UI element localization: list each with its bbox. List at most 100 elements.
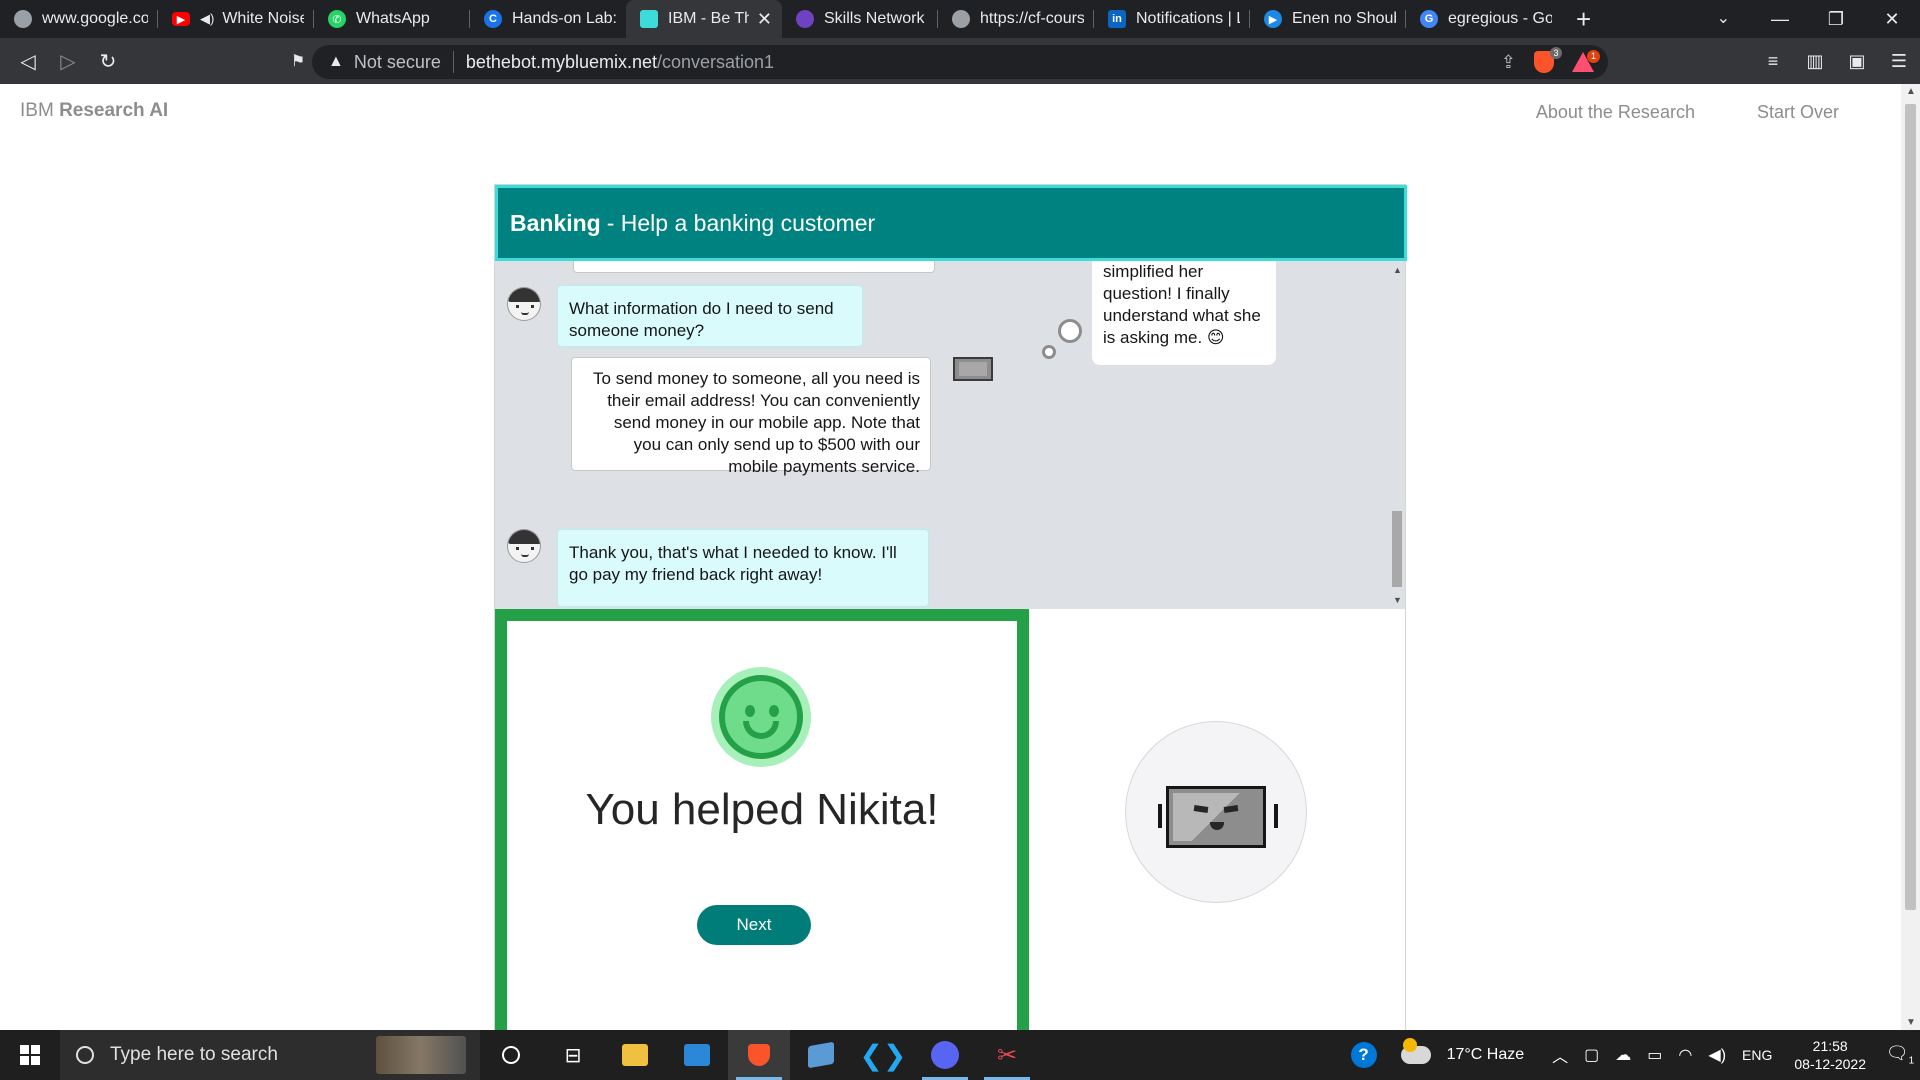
onedrive-cloud-icon[interactable]: ☁ xyxy=(1615,1045,1631,1065)
brave-rewards-icon[interactable]: 1 xyxy=(1572,50,1600,72)
url-host: bethebot.mybluemix.net xyxy=(465,51,657,72)
new-tab-button[interactable]: + xyxy=(1576,4,1591,35)
muted-speaker-icon[interactable]: ◀) xyxy=(200,11,214,27)
whatsapp-icon: ✆ xyxy=(328,10,346,28)
forward-icon[interactable]: ▷ xyxy=(48,38,88,84)
page-scroll-thumb[interactable] xyxy=(1905,104,1916,910)
chat-scrollbar[interactable]: ▲ ▼ xyxy=(1389,261,1405,609)
bot-avatar-icon xyxy=(953,357,993,381)
start-button[interactable] xyxy=(0,1030,60,1080)
address-bar[interactable]: ▲ Not secure bethebot.mybluemix.net/conv… xyxy=(312,45,1608,79)
browser-toolbar: ◁ ▷ ↻ ⚑ ▲ Not secure bethebot.mybluemix.… xyxy=(0,38,1920,84)
brave-shields-icon[interactable]: 3 xyxy=(1534,47,1562,73)
battery-icon[interactable]: ▭ xyxy=(1647,1045,1662,1065)
notification-center-icon[interactable]: 🗨1 xyxy=(1880,1043,1920,1067)
snipping-tool-icon: ✂ xyxy=(996,1041,1018,1069)
tab-search-chevron-icon[interactable]: ⌄ xyxy=(1717,8,1730,28)
tab-linkedin[interactable]: in Notifications | Lin xyxy=(1094,0,1250,38)
minimize-icon[interactable]: — xyxy=(1752,9,1808,30)
share-icon[interactable]: ⇪ xyxy=(1501,52,1516,73)
user-message-bubble: What information do I need to send someo… xyxy=(557,285,863,347)
windows-taskbar: Type here to search ⊟ ❮❯ ✂ ? 17°C Haze ︿… xyxy=(0,1030,1920,1080)
playlist-icon[interactable]: ≡ xyxy=(1752,51,1794,72)
thought-dot-small xyxy=(1042,345,1056,359)
customer-avatar xyxy=(507,287,541,321)
weather-icon[interactable] xyxy=(1400,1038,1431,1064)
skills-network-icon xyxy=(796,10,814,28)
tab-enen-no-shoubo[interactable]: ▶ Enen no Shoubo xyxy=(1250,0,1406,38)
taskbar-discord[interactable] xyxy=(914,1030,976,1080)
weather-text[interactable]: 17°C Haze xyxy=(1447,1046,1525,1064)
wallet-icon[interactable]: ▣ xyxy=(1836,51,1878,72)
result-card: You helped Nikita! Next xyxy=(495,609,1029,1030)
coursera-icon: C xyxy=(484,10,502,28)
previous-message-bubble xyxy=(573,261,935,273)
volume-icon[interactable]: ◀) xyxy=(1708,1045,1726,1065)
clock[interactable]: 21:58 08-12-2022 xyxy=(1794,1037,1866,1073)
nav-start-over[interactable]: Start Over xyxy=(1757,102,1839,123)
file-explorer-icon xyxy=(622,1044,648,1066)
taskbar-file-explorer[interactable] xyxy=(604,1030,666,1080)
page-scrollbar[interactable]: ▲ ▼ xyxy=(1901,84,1920,1030)
taskbar-search-box[interactable]: Type here to search xyxy=(60,1030,480,1080)
taskbar-brave[interactable] xyxy=(728,1030,790,1080)
clock-time: 21:58 xyxy=(1812,1038,1848,1054)
language-indicator[interactable]: ENG xyxy=(1742,1047,1772,1063)
nav-about-research[interactable]: About the Research xyxy=(1536,102,1695,123)
linkedin-icon: in xyxy=(1108,10,1126,28)
cortana-icon xyxy=(502,1046,520,1064)
scroll-down-arrow-icon[interactable]: ▼ xyxy=(1906,1017,1916,1028)
cortana-button[interactable] xyxy=(480,1030,542,1080)
customer-avatar xyxy=(507,529,541,563)
help-icon[interactable]: ? xyxy=(1350,1042,1377,1068)
security-label[interactable]: Not secure xyxy=(354,52,441,73)
taskbar-snipping-tool[interactable]: ✂ xyxy=(976,1030,1038,1080)
conversation-panel: Banking - Help a banking customer simpli… xyxy=(494,184,1407,1030)
bot-message-bubble: To send money to someone, all you need i… xyxy=(571,357,931,476)
youtube-icon: ▶ xyxy=(172,12,190,26)
scroll-up-arrow-icon[interactable]: ▲ xyxy=(1393,265,1402,275)
remote-desktop-icon xyxy=(808,1041,834,1069)
next-button[interactable]: Next xyxy=(697,905,811,945)
tab-google[interactable]: www.google.com xyxy=(0,0,158,38)
panel-title-bold: Banking xyxy=(510,209,601,236)
tab-hands-on-lab[interactable]: C Hands-on Lab: P xyxy=(470,0,626,38)
task-view-button[interactable]: ⊟ xyxy=(542,1030,604,1080)
tab-skills-network[interactable]: Skills Network Ed xyxy=(782,0,938,38)
chat-transcript[interactable]: simplified her question! I finally under… xyxy=(495,261,1405,609)
user-message-bubble: Thank you, that's what I needed to know.… xyxy=(557,529,929,607)
menu-icon[interactable]: ☰ xyxy=(1878,51,1920,72)
windows-logo-icon xyxy=(20,1045,40,1065)
show-hidden-icons-chevron-icon[interactable]: ︿ xyxy=(1552,1043,1568,1067)
close-tab-icon[interactable]: ✕ xyxy=(757,9,772,30)
site-nav: About the Research Start Over xyxy=(1536,102,1901,123)
wifi-icon[interactable]: ◠ xyxy=(1678,1045,1692,1065)
ibm-bot-icon xyxy=(640,10,658,28)
bot-thought-bubble: simplified her question! I finally under… xyxy=(1092,261,1276,365)
scroll-up-arrow-icon[interactable]: ▲ xyxy=(1906,86,1916,97)
tab-white-noise[interactable]: ▶ ◀) White Noise xyxy=(158,0,314,38)
web-page: IBM Research AI About the Research Start… xyxy=(0,84,1901,1030)
window-controls: — ❐ ✕ xyxy=(1752,0,1920,38)
tab-whatsapp[interactable]: ✆ WhatsApp xyxy=(314,0,470,38)
taskbar-vscode[interactable]: ❮❯ xyxy=(852,1030,914,1080)
chat-scroll-thumb[interactable] xyxy=(1392,511,1402,587)
close-window-icon[interactable]: ✕ xyxy=(1864,9,1920,30)
back-icon[interactable]: ◁ xyxy=(8,38,48,84)
bot-illustration xyxy=(1125,721,1307,903)
smiley-face-icon xyxy=(711,667,811,767)
site-brand[interactable]: IBM Research AI xyxy=(20,100,168,122)
scroll-down-arrow-icon[interactable]: ▼ xyxy=(1393,595,1402,605)
reload-icon[interactable]: ↻ xyxy=(88,38,128,84)
tab-google-search[interactable]: G egregious - Goo xyxy=(1406,0,1562,38)
taskbar-remote-desktop[interactable] xyxy=(790,1030,852,1080)
globe-icon xyxy=(952,10,970,28)
restore-icon[interactable]: ❐ xyxy=(1808,9,1864,30)
thought-dot-large xyxy=(1058,319,1082,343)
sidebar-icon[interactable]: ▥ xyxy=(1794,51,1836,72)
tab-cf-course[interactable]: https://cf-course xyxy=(938,0,1094,38)
taskbar-mail[interactable] xyxy=(666,1030,728,1080)
url-path: /conversation1 xyxy=(657,51,775,72)
tab-ibm-be-the-bot[interactable]: IBM - Be The ✕ xyxy=(626,0,782,38)
meet-now-icon[interactable]: ▢ xyxy=(1584,1045,1599,1065)
